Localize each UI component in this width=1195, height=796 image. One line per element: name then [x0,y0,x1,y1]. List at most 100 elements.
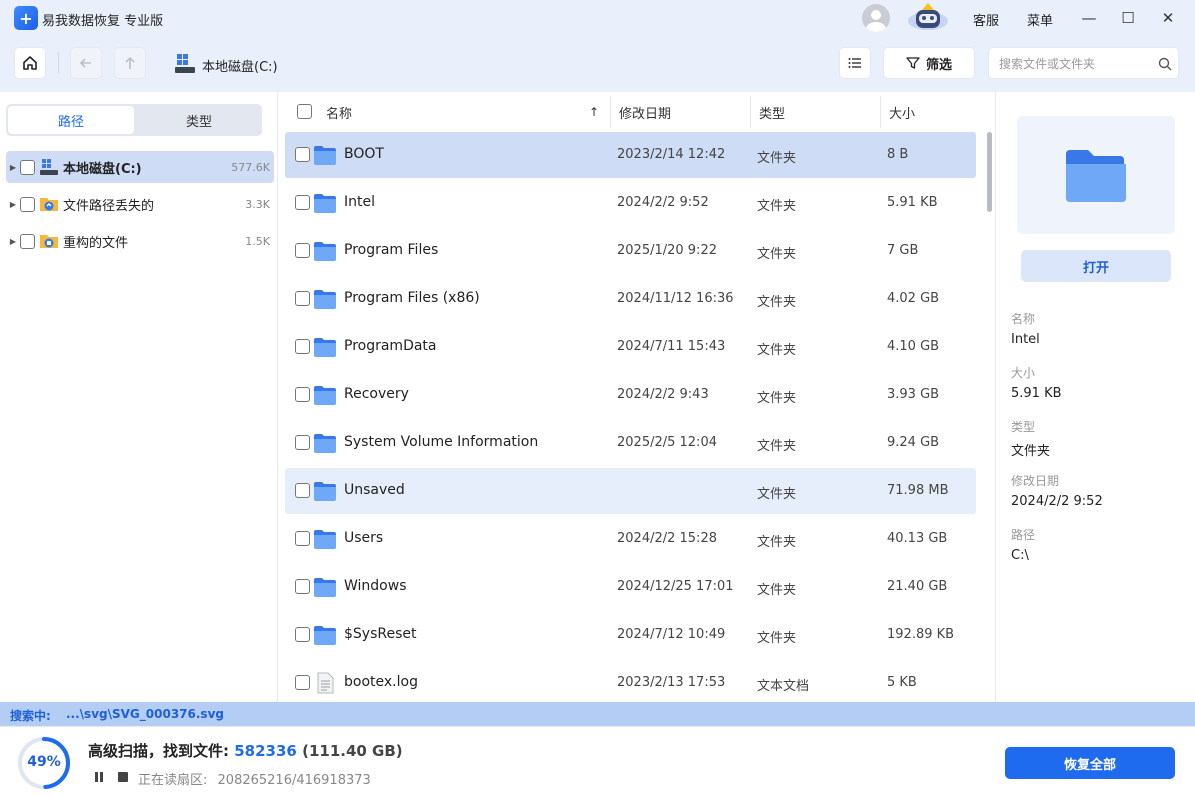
search-icon[interactable] [1158,57,1172,71]
assistant-robot-icon[interactable] [906,2,950,32]
file-type: 文件夹 [757,535,797,550]
close-button[interactable]: ✕ [1156,6,1180,30]
file-row[interactable]: Users 2024/2/2 15:28 文件夹 40.13 GB [285,516,976,562]
tree-item-count: 577.6K [231,160,270,174]
tree-item-lost-path[interactable]: ▶ 文件路径丢失的 3.3K [6,188,274,220]
file-size: 4.02 GB [887,291,940,306]
file-row[interactable]: ProgramData 2024/7/11 15:43 文件夹 4.10 GB [285,324,976,370]
folder-icon [313,432,337,458]
file-name: BOOT [344,146,384,162]
file-type: 文件夹 [757,391,797,406]
row-checkbox[interactable] [295,531,310,546]
detail-value-size: 5.91 KB [1011,386,1062,401]
user-avatar[interactable] [862,4,890,32]
back-button[interactable] [70,47,102,79]
found-file-size: (111.40 GB) [302,742,403,760]
column-divider[interactable] [610,96,611,128]
file-row[interactable]: Recovery 2024/2/2 9:43 文件夹 3.93 GB [285,372,976,418]
column-header-name[interactable]: 名称 [326,96,352,128]
detail-label-name: 名称 [1011,312,1036,326]
breadcrumb[interactable]: 本地磁盘(C:) [202,56,278,75]
up-button[interactable] [114,47,146,79]
select-all-checkbox[interactable] [297,104,312,119]
file-date: 2023/2/13 17:53 [617,675,726,690]
column-header-date[interactable]: 修改日期 [619,96,671,128]
drive-icon [40,159,58,175]
tab-type[interactable]: 类型 [136,106,262,134]
tree-checkbox[interactable] [20,196,35,212]
tree-item-label: 重构的文件 [63,235,129,251]
view-toggle-button[interactable] [839,47,871,79]
stop-icon[interactable] [117,771,129,783]
file-list: 名称 ↑ 修改日期 类型 大小 BOOT 2023/2/14 12:42 文件夹 8 … [279,92,994,702]
row-checkbox[interactable] [295,387,310,402]
tree-checkbox[interactable] [20,233,35,249]
file-type: 文件夹 [757,487,797,502]
tree-item-rebuilt-files[interactable]: ▶ 重构的文件 1.5K [6,225,274,257]
text-file-icon [313,672,337,698]
file-row[interactable]: $SysReset 2024/7/12 10:49 文件夹 192.89 KB [285,612,976,658]
file-row[interactable]: bootex.log 2023/2/13 17:53 文本文档 5 KB [285,660,976,706]
search-box[interactable] [988,47,1179,79]
file-row[interactable]: Program Files (x86) 2024/11/12 16:36 文件夹 4.… [285,276,976,322]
filter-icon [906,57,920,69]
file-size: 40.13 GB [887,531,948,546]
file-date: 2024/12/25 17:01 [617,579,734,594]
row-checkbox[interactable] [295,147,310,162]
maximize-button[interactable]: ☐ [1116,6,1140,30]
row-checkbox[interactable] [295,579,310,594]
search-input[interactable] [999,54,1149,74]
row-checkbox[interactable] [295,243,310,258]
row-checkbox[interactable] [295,291,310,306]
file-date: 2024/2/2 15:28 [617,531,717,546]
filter-button[interactable]: 筛选 [883,47,975,79]
column-header-type[interactable]: 类型 [759,96,785,128]
tab-path[interactable]: 路径 [8,106,134,134]
file-name: Intel [344,194,375,210]
file-size: 192.89 KB [887,627,955,642]
customer-service-link[interactable]: 客服 [973,10,999,29]
file-list-header: 名称 ↑ 修改日期 类型 大小 [279,92,994,132]
folder-icon [313,576,337,602]
file-row[interactable]: Program Files 2025/1/20 9:22 文件夹 7 GB [285,228,976,274]
open-button[interactable]: 打开 [1021,250,1171,282]
home-button[interactable] [14,47,46,79]
row-checkbox[interactable] [295,483,310,498]
file-row[interactable]: System Volume Information 2025/2/5 12:04 文… [285,420,976,466]
tree-checkbox[interactable] [20,159,35,175]
row-checkbox[interactable] [295,339,310,354]
file-size: 3.93 GB [887,387,940,402]
file-row[interactable]: BOOT 2023/2/14 12:42 文件夹 8 B [285,132,976,178]
search-status-label: 搜索中: [10,709,51,723]
tree-item-label: 本地磁盘(C:) [63,161,142,177]
pause-icon[interactable] [93,771,105,783]
file-row[interactable]: Unsaved 文件夹 71.98 MB [285,468,976,514]
home-icon [23,56,37,70]
scan-summary: 高级扫描，找到文件: 582336 (111.40 GB) [88,740,403,761]
file-date: 2025/2/5 12:04 [617,435,717,450]
found-file-count: 582336 [234,742,297,760]
recover-all-button[interactable]: 恢复全部 [1005,747,1175,779]
tree-item-local-disk[interactable]: ▶ 本地磁盘(C:) 577.6K [6,151,274,183]
scrollbar-thumb[interactable] [987,132,992,212]
expand-caret-icon[interactable]: ▶ [6,200,20,209]
sort-arrow-icon[interactable]: ↑ [589,96,599,128]
toolbar: 本地磁盘(C:) 筛选 [0,36,1195,92]
expand-caret-icon[interactable]: ▶ [6,163,20,172]
file-size: 8 B [887,147,909,162]
file-date: 2024/2/2 9:52 [617,195,709,210]
column-divider[interactable] [750,96,751,128]
minimize-button[interactable]: — [1077,6,1101,30]
row-checkbox[interactable] [295,627,310,642]
row-checkbox[interactable] [295,195,310,210]
row-checkbox[interactable] [295,675,310,690]
toolbar-divider [58,52,59,74]
row-checkbox[interactable] [295,435,310,450]
column-divider[interactable] [880,96,881,128]
app-title: 易我数据恢复 专业版 [42,14,164,29]
expand-caret-icon[interactable]: ▶ [6,237,20,246]
column-header-size[interactable]: 大小 [889,96,915,128]
file-row[interactable]: Intel 2024/2/2 9:52 文件夹 5.91 KB [285,180,976,226]
menu-link[interactable]: 菜单 [1027,10,1053,29]
file-row[interactable]: Windows 2024/12/25 17:01 文件夹 21.40 GB [285,564,976,610]
